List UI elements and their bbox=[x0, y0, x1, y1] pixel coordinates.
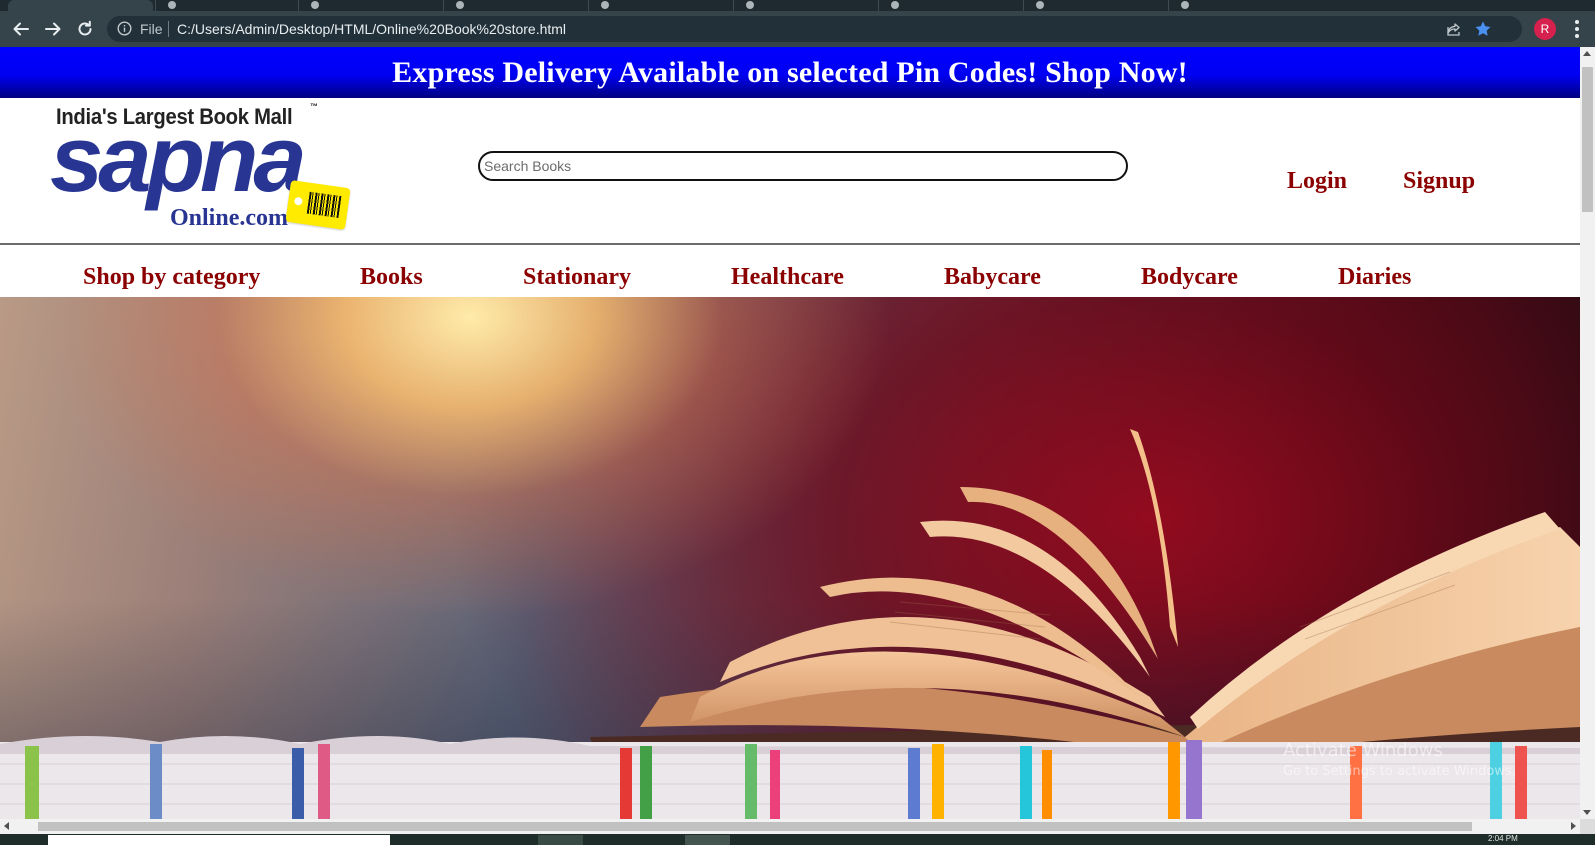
tab[interactable] bbox=[878, 0, 1023, 11]
url-text[interactable]: C:/Users/Admin/Desktop/HTML/Online%20Boo… bbox=[177, 21, 566, 37]
nav-stationary[interactable]: Stationary bbox=[523, 264, 631, 291]
promo-banner[interactable]: Express Delivery Available on selected P… bbox=[0, 47, 1580, 98]
watermark-title: Activate Windows bbox=[1283, 740, 1443, 761]
horizontal-scrollbar[interactable] bbox=[0, 819, 1580, 834]
logo-wordmark: sapna bbox=[50, 106, 307, 211]
scroll-left-arrow-icon[interactable] bbox=[4, 822, 9, 830]
category-nav: Shop by category Books Stationary Health… bbox=[0, 246, 1580, 298]
tab-favicon bbox=[601, 1, 609, 9]
scroll-up-arrow-icon[interactable] bbox=[1583, 51, 1591, 56]
tab-favicon bbox=[456, 1, 464, 9]
browser-toolbar: File C:/Users/Admin/Desktop/HTML/Online%… bbox=[0, 11, 1595, 47]
signup-link[interactable]: Signup bbox=[1403, 168, 1475, 195]
horizontal-scroll-thumb[interactable] bbox=[38, 822, 1472, 831]
taskbar-app-button[interactable] bbox=[685, 835, 730, 845]
tab[interactable] bbox=[588, 0, 733, 11]
vertical-scroll-thumb[interactable] bbox=[1582, 67, 1593, 212]
star-icon[interactable] bbox=[1474, 20, 1492, 43]
share-icon[interactable] bbox=[1446, 21, 1462, 42]
nav-books[interactable]: Books bbox=[360, 264, 423, 291]
tab[interactable] bbox=[1168, 0, 1313, 11]
tab-active[interactable] bbox=[8, 0, 153, 11]
tab-favicon bbox=[168, 1, 176, 9]
taskbar-app-button[interactable] bbox=[538, 835, 583, 845]
page-viewport: Express Delivery Available on selected P… bbox=[0, 47, 1580, 819]
nav-diaries[interactable]: Diaries bbox=[1338, 264, 1411, 291]
barcode-icon bbox=[306, 191, 342, 218]
tab[interactable] bbox=[1023, 0, 1168, 11]
profile-initial: R bbox=[1540, 22, 1550, 36]
profile-avatar[interactable]: R bbox=[1534, 18, 1556, 40]
nav-healthcare[interactable]: Healthcare bbox=[731, 264, 844, 291]
reload-icon[interactable] bbox=[73, 17, 97, 41]
taskbar-clock: 2:04 PM bbox=[1488, 834, 1518, 843]
nav-bodycare[interactable]: Bodycare bbox=[1141, 264, 1238, 291]
tab-favicon bbox=[891, 1, 899, 9]
address-bar[interactable]: File C:/Users/Admin/Desktop/HTML/Online%… bbox=[107, 16, 1522, 42]
scroll-down-arrow-icon[interactable] bbox=[1583, 810, 1591, 815]
tab[interactable] bbox=[298, 0, 443, 11]
back-arrow-icon[interactable] bbox=[9, 17, 33, 41]
tab-favicon bbox=[311, 1, 319, 9]
price-tag-icon bbox=[285, 180, 351, 230]
scrollbar-corner bbox=[1580, 819, 1595, 834]
omnibox-separator bbox=[168, 21, 169, 37]
kebab-menu-icon[interactable] bbox=[1568, 20, 1586, 38]
login-link[interactable]: Login bbox=[1287, 168, 1347, 195]
scroll-right-arrow-icon[interactable] bbox=[1571, 822, 1576, 830]
tab[interactable] bbox=[155, 0, 300, 11]
tab[interactable] bbox=[443, 0, 588, 11]
logo-domain: Online.com bbox=[170, 205, 288, 231]
forward-arrow-icon[interactable] bbox=[41, 17, 65, 41]
tab[interactable] bbox=[733, 0, 878, 11]
site-logo[interactable]: India's Largest Book Mall ™ sapna Online… bbox=[50, 102, 352, 242]
watermark-subtitle: Go to Settings to activate Windows. bbox=[1283, 764, 1516, 779]
activate-windows-watermark: Activate Windows Go to Settings to activ… bbox=[1283, 740, 1516, 779]
search-input[interactable] bbox=[478, 151, 1128, 181]
vertical-scrollbar[interactable] bbox=[1580, 47, 1595, 819]
os-taskbar: 2:04 PM bbox=[0, 834, 1595, 845]
url-scheme-label: File bbox=[140, 21, 163, 37]
promo-text: Express Delivery Available on selected P… bbox=[392, 55, 1188, 89]
tab-favicon bbox=[746, 1, 754, 9]
tab-favicon bbox=[1036, 1, 1044, 9]
tab-strip bbox=[0, 0, 1595, 11]
nav-shop-by-category[interactable]: Shop by category bbox=[83, 264, 260, 291]
nav-babycare[interactable]: Babycare bbox=[944, 264, 1041, 291]
info-icon[interactable] bbox=[117, 21, 132, 36]
taskbar-search-box[interactable] bbox=[48, 835, 390, 845]
tab-favicon bbox=[1181, 1, 1189, 9]
logo-trademark: ™ bbox=[310, 102, 318, 111]
